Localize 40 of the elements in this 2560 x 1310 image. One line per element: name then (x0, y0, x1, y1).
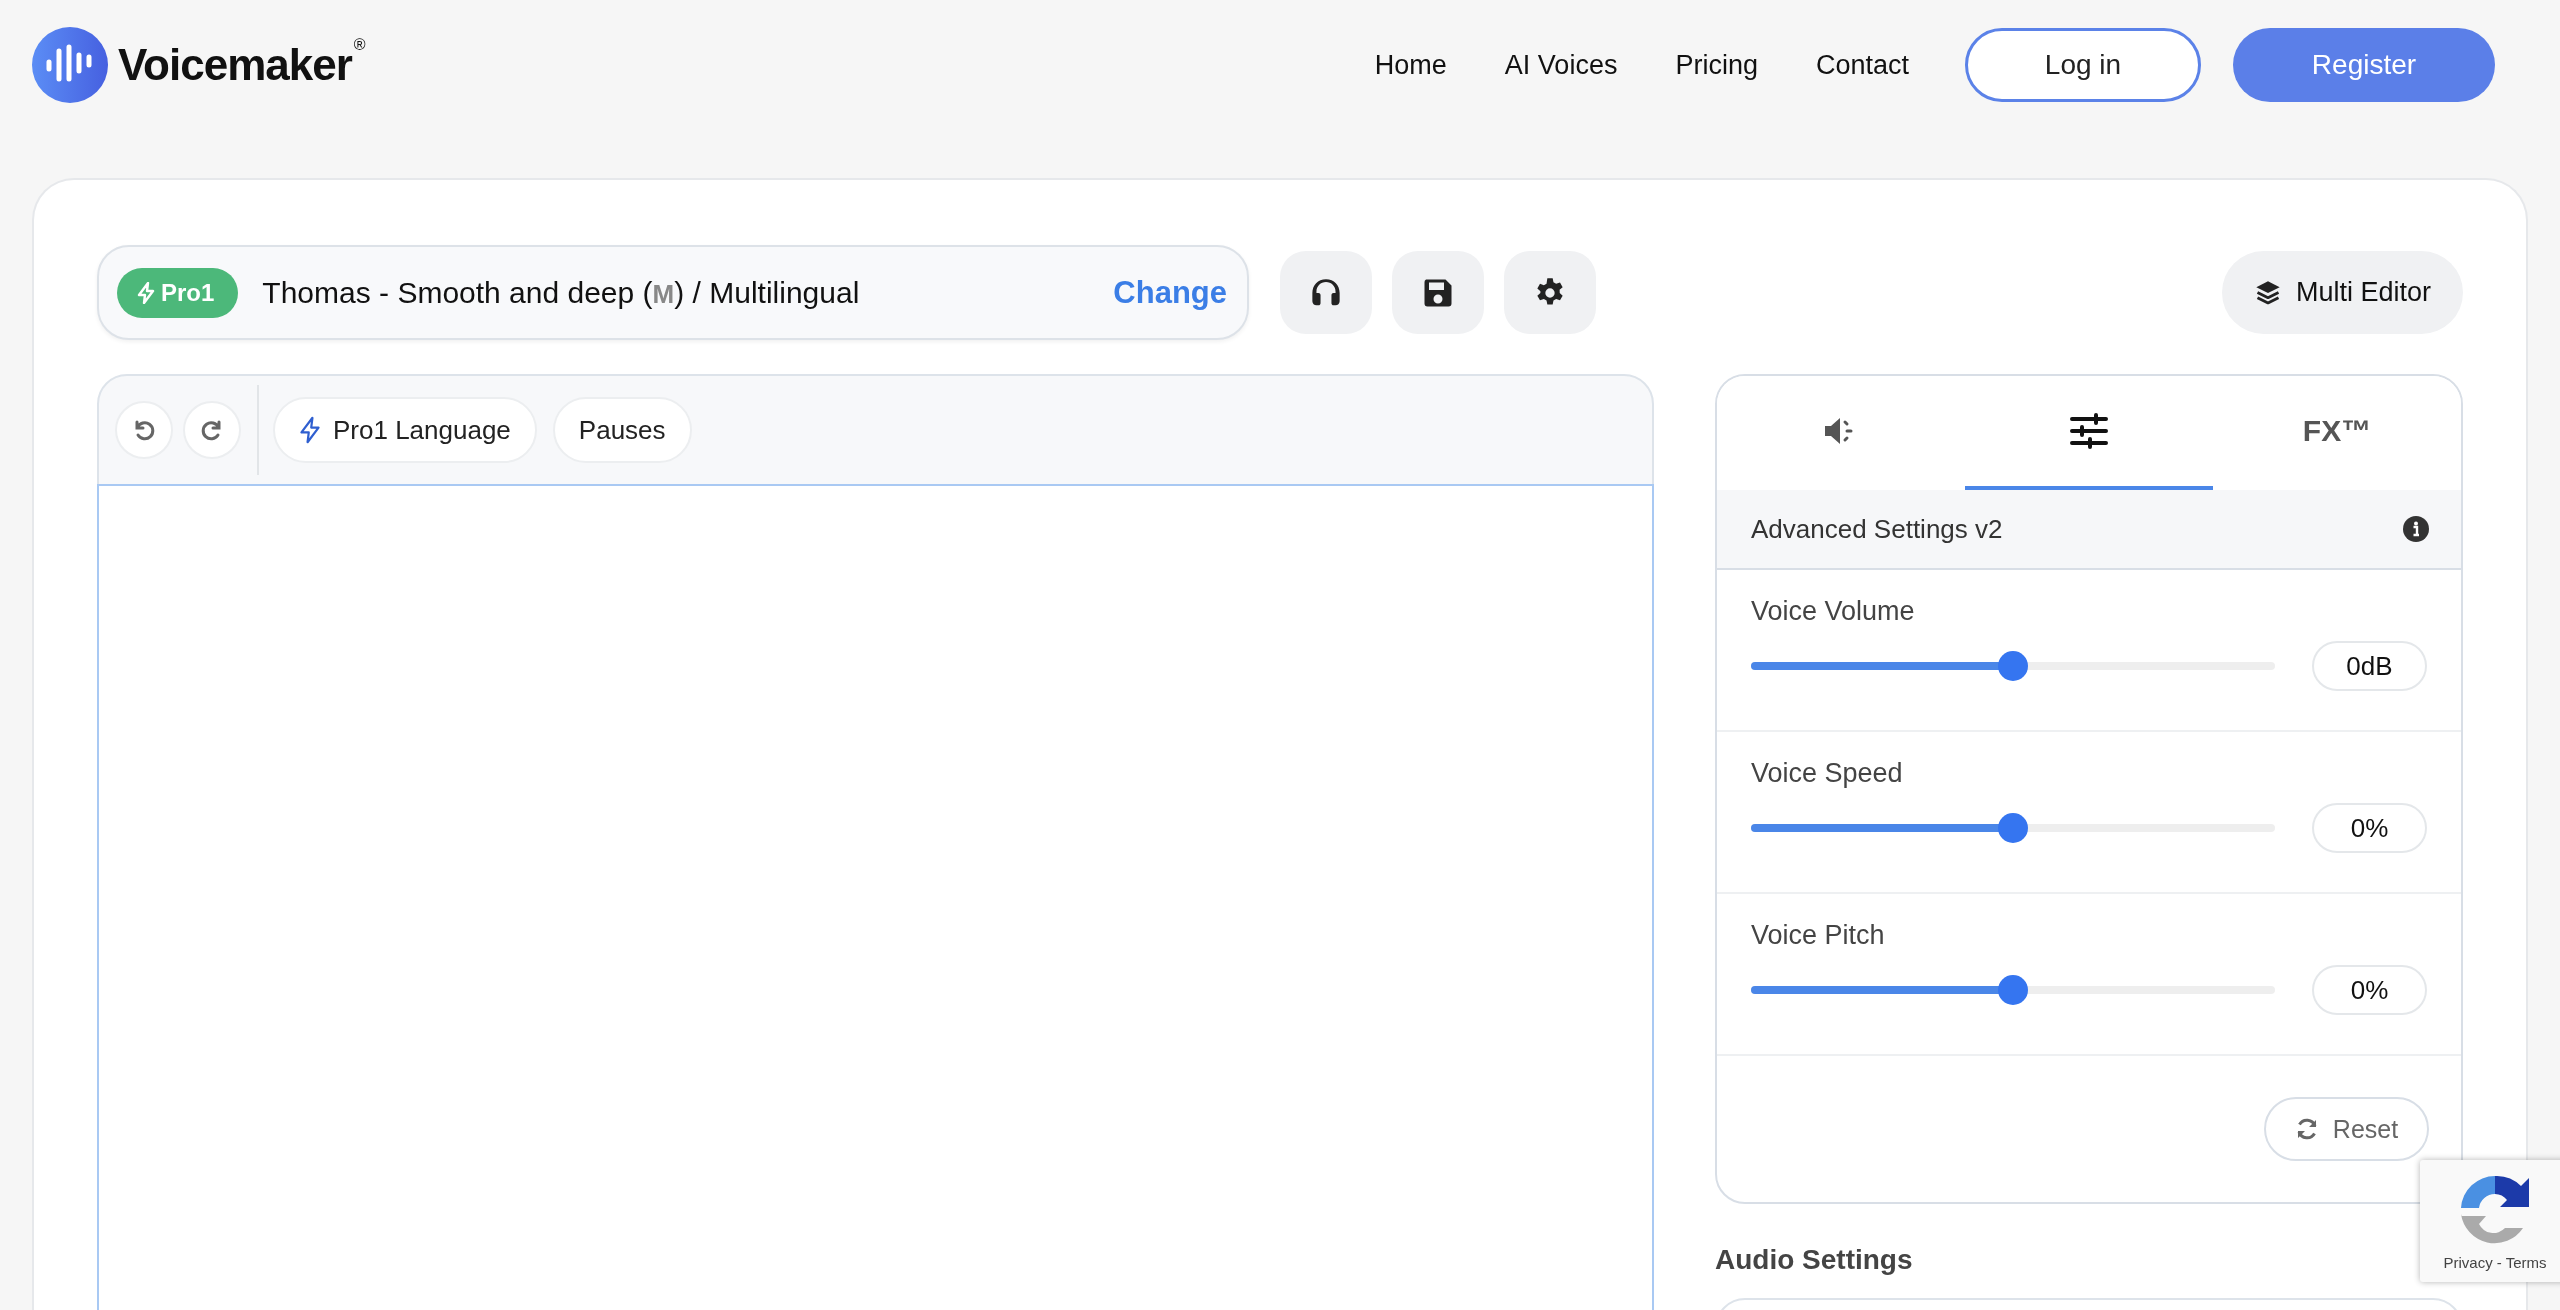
slider-thumb[interactable] (1998, 975, 2028, 1005)
multi-editor-button[interactable]: Multi Editor (2221, 251, 2463, 334)
save-button[interactable] (1392, 251, 1484, 334)
lightning-icon (299, 416, 321, 444)
pro-language-button[interactable]: Pro1 Language (273, 397, 537, 463)
pro-badge: Pro1 (117, 267, 239, 318)
pauses-button[interactable]: Pauses (552, 397, 692, 463)
slider-label: Voice Pitch (1751, 920, 1886, 951)
info-icon[interactable] (2403, 516, 2429, 542)
sliders-icon (2070, 413, 2108, 449)
slider-thumb[interactable] (1998, 813, 2028, 843)
nav-link[interactable]: Home (1374, 49, 1447, 81)
headphones-icon (1309, 277, 1343, 308)
section-title: Advanced Settings v2 (1751, 513, 2003, 545)
change-link[interactable]: Change (1113, 274, 1227, 311)
slider-label: Voice Speed (1751, 758, 1904, 789)
redo-icon (200, 418, 224, 442)
voice-name: Thomas - Smooth and deep (M) / Multilingual (262, 275, 860, 310)
register-button[interactable]: Register (2233, 28, 2495, 102)
reset-button[interactable]: Reset (2264, 1097, 2429, 1161)
value-field[interactable]: 0dB (2312, 641, 2427, 691)
value-field[interactable]: 0% (2312, 965, 2427, 1015)
slider-thumb[interactable] (1998, 651, 2028, 681)
slider-label: Voice Volume (1751, 596, 1916, 627)
headphones-button[interactable] (1280, 251, 1372, 334)
slider-track[interactable] (1751, 813, 2275, 843)
slider-track[interactable] (1751, 651, 2275, 681)
value-field[interactable]: 0% (2312, 803, 2427, 853)
slider-track[interactable] (1751, 975, 2275, 1005)
nav-link[interactable]: AI Voices (1504, 49, 1618, 81)
save-icon (1423, 277, 1453, 308)
recaptcha-links[interactable]: Privacy - Terms (2443, 1254, 2547, 1271)
login-button[interactable]: Log in (1965, 28, 2201, 102)
panel-tab[interactable]: FX™ (2213, 376, 2461, 490)
nav-link[interactable]: Pricing (1675, 49, 1758, 81)
settings-button[interactable] (1504, 251, 1596, 334)
registered-mark: ® (353, 36, 365, 54)
brand-name: Voicemaker (118, 40, 352, 90)
nav-link[interactable]: Contact (1815, 49, 1909, 81)
logo-icon (32, 27, 108, 103)
